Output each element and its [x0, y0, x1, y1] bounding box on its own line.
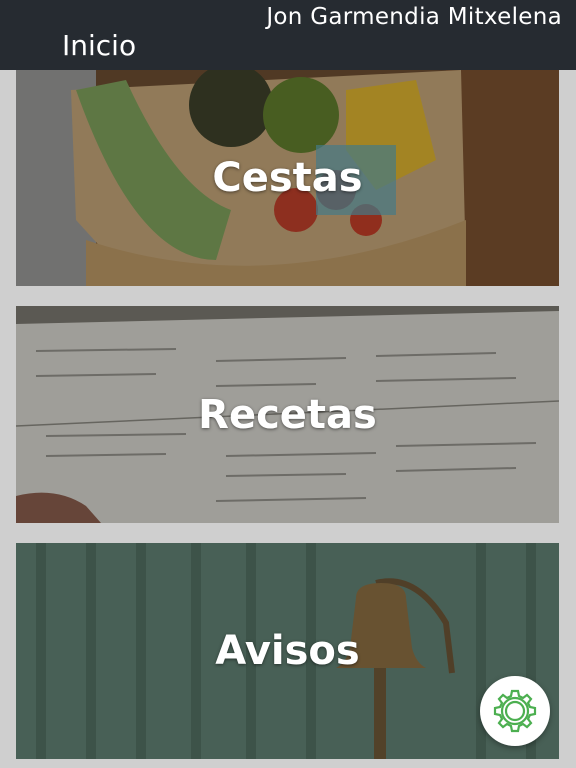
settings-gear-icon	[493, 689, 537, 733]
card-recetas[interactable]: Recetas	[16, 306, 559, 523]
card-label-recetas: Recetas	[198, 391, 377, 438]
card-label-avisos: Avisos	[215, 628, 360, 674]
card-label-cestas: Cestas	[212, 155, 363, 201]
top-bar: Jon Garmendia Mitxelena Inicio	[0, 0, 576, 70]
page-title: Inicio	[62, 29, 137, 62]
card-cestas[interactable]: Cestas	[16, 70, 559, 286]
user-name: Jon Garmendia Mitxelena	[266, 4, 562, 30]
card-avisos[interactable]: Avisos	[16, 543, 559, 759]
settings-button[interactable]	[480, 676, 550, 746]
